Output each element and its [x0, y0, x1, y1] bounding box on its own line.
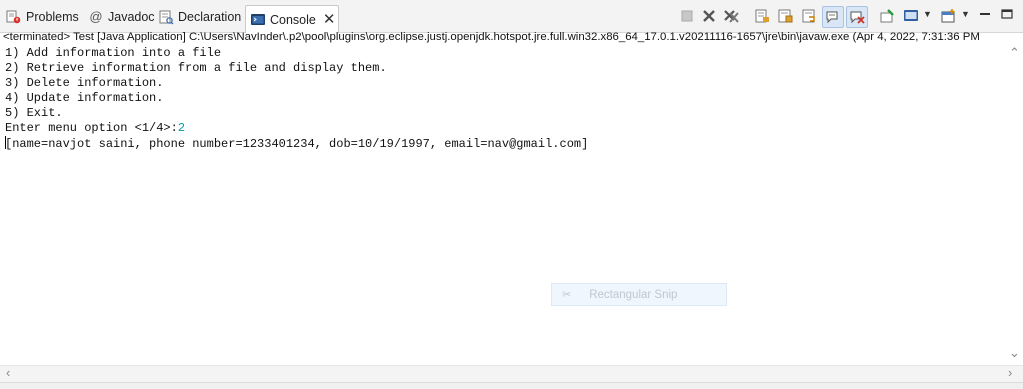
scroll-lock-icon[interactable] [776, 7, 794, 25]
console-line: 2) Retrieve information from a file and … [5, 61, 387, 75]
console-output-text: [name=navjot saini, phone number=1233401… [5, 137, 589, 151]
console-line: 4) Update information. [5, 91, 164, 105]
open-console-icon[interactable] [940, 7, 958, 25]
show-on-stdout-icon[interactable] [822, 6, 844, 28]
maximize-icon[interactable] [1000, 7, 1014, 21]
clear-console-icon[interactable] [753, 7, 771, 25]
console-prompt-line: Enter menu option <1/4>:2 [5, 121, 1001, 136]
remove-all-terminated-icon[interactable] [723, 7, 741, 25]
horizontal-scrollbar[interactable]: ‹ › [0, 365, 1023, 382]
remove-launch-icon[interactable] [700, 7, 718, 25]
scroll-down-icon[interactable]: ⌄ [1009, 346, 1020, 360]
word-wrap-icon[interactable] [800, 7, 818, 25]
view-tab-bar: Problems @ Javadoc Declaration Console ✕ [0, 0, 1023, 33]
minimize-icon[interactable] [978, 7, 992, 21]
tab-label: Problems [26, 9, 79, 24]
terminate-icon[interactable] [678, 7, 696, 25]
problems-icon [6, 9, 22, 25]
tab-label: Javadoc [108, 9, 155, 24]
display-console-icon[interactable] [902, 7, 920, 25]
console-line: 1) Add information into a file [5, 46, 222, 60]
tab-label: Console [270, 12, 316, 27]
snip-overlay-label: Rectangular Snip [589, 288, 678, 301]
scroll-up-icon[interactable]: ⌃ [1009, 46, 1020, 60]
console-prompt: Enter menu option <1/4>: [5, 121, 178, 135]
chevron-down-icon[interactable]: ▼ [923, 9, 932, 19]
tab-console[interactable]: Console ✕ [245, 5, 339, 33]
scissors-icon: ✂ [562, 289, 572, 301]
close-icon[interactable]: ✕ [323, 12, 336, 27]
scroll-right-icon[interactable]: › [1008, 366, 1012, 380]
console-output[interactable]: 1) Add information into a file 2) Retrie… [5, 46, 1001, 364]
tab-problems[interactable]: Problems [6, 4, 79, 29]
vertical-scrollbar[interactable]: ⌃ ⌄ [1005, 46, 1023, 364]
snip-overlay: ✂ Rectangular Snip [551, 283, 727, 306]
console-line: 5) Exit. [5, 106, 63, 120]
show-on-stderr-icon[interactable] [846, 6, 868, 28]
tab-javadoc[interactable]: @ Javadoc [88, 4, 155, 29]
scroll-left-icon[interactable]: ‹ [6, 366, 10, 380]
console-user-input: 2 [177, 121, 186, 135]
tab-declaration[interactable]: Declaration [158, 4, 241, 29]
tab-label: Declaration [178, 9, 242, 24]
chevron-down-icon[interactable]: ▼ [961, 9, 970, 19]
console-output-line: [name=navjot saini, phone number=1233401… [5, 136, 1001, 151]
at-icon: @ [89, 9, 103, 24]
console-process-title: <terminated> Test [Java Application] C:\… [3, 31, 980, 43]
console-line: 3) Delete information. [5, 76, 164, 90]
console-icon [250, 12, 266, 28]
declaration-icon [158, 9, 174, 25]
pin-console-icon[interactable] [878, 7, 896, 25]
